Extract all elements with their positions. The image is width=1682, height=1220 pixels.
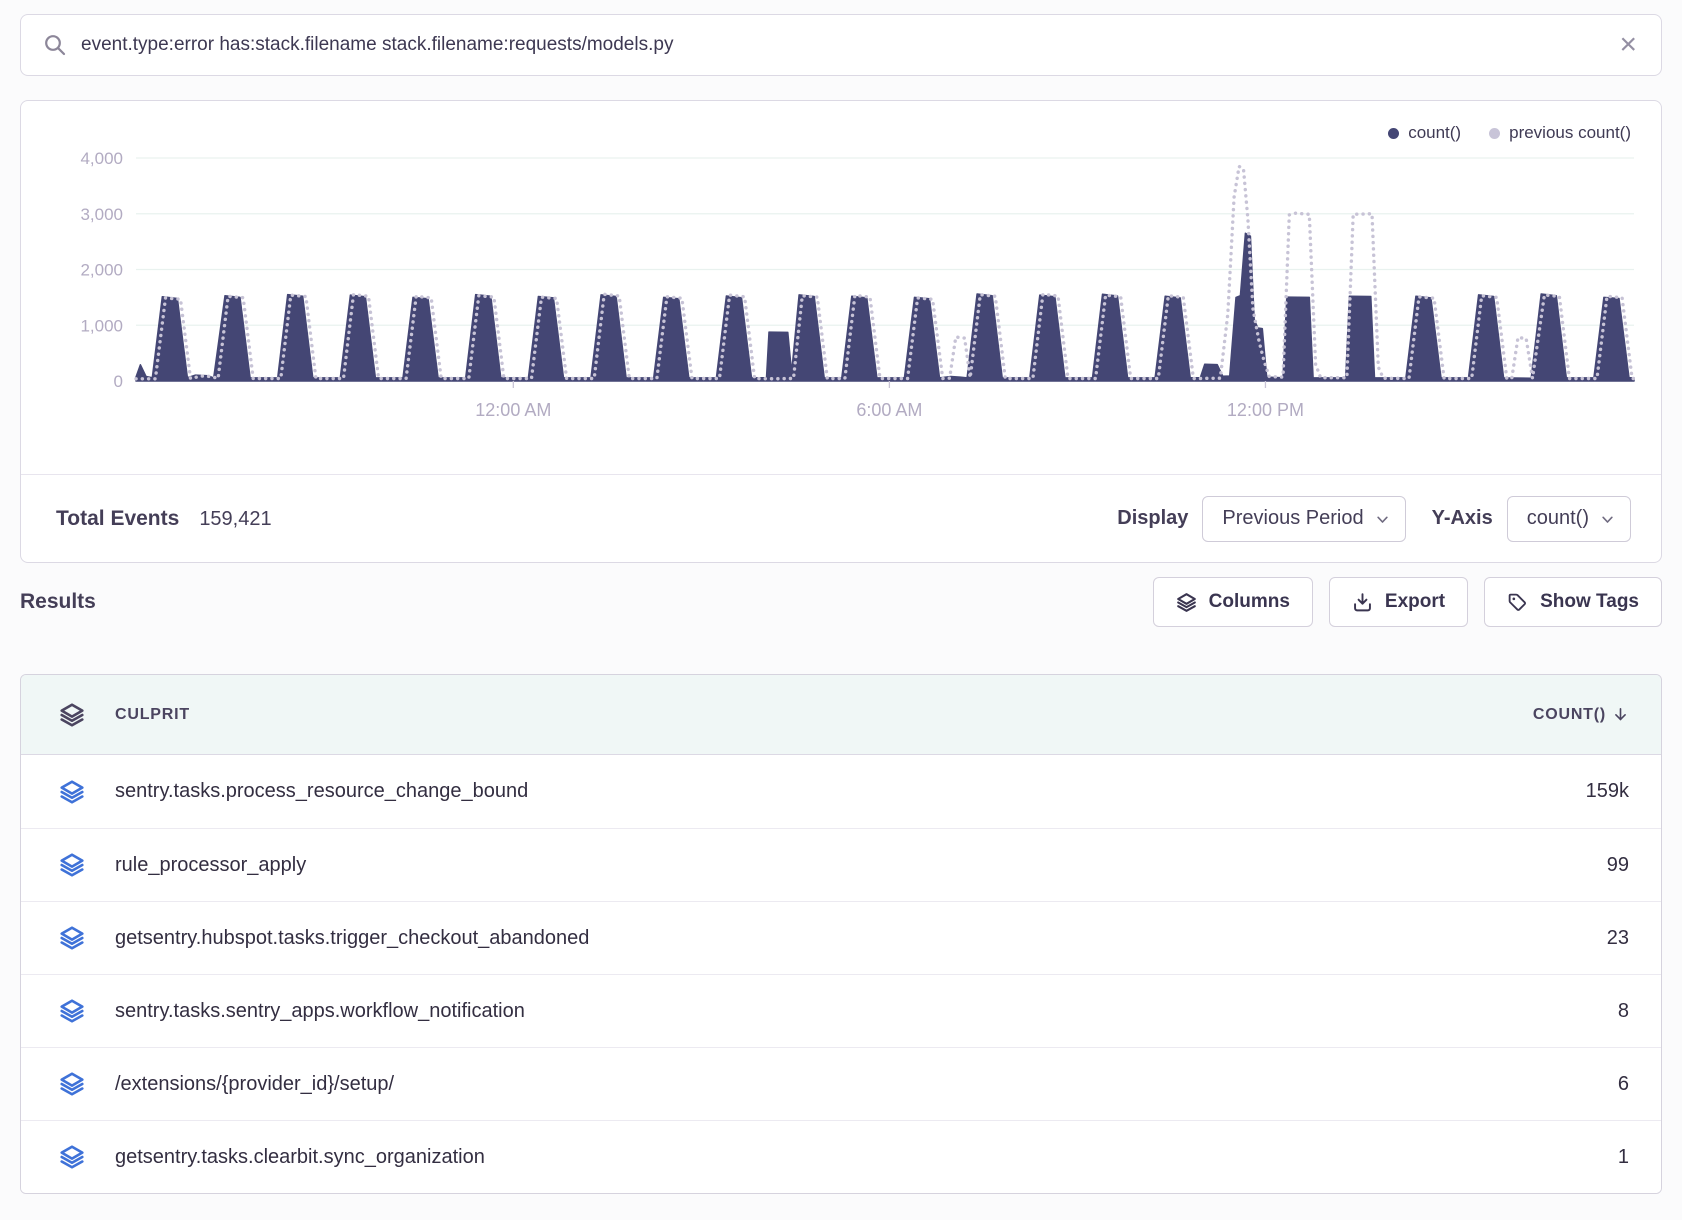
count-header-label: COUNT()	[1533, 706, 1606, 724]
table-row: /extensions/{provider_id}/setup/ 6	[21, 1047, 1661, 1120]
culprit-cell: /extensions/{provider_id}/setup/	[115, 1073, 394, 1096]
chevron-down-icon	[1375, 512, 1390, 527]
search-input[interactable]: event.type:error has:stack.filename stac…	[81, 34, 1601, 56]
columns-button[interactable]: Columns	[1153, 577, 1313, 627]
svg-text:0: 0	[114, 372, 123, 391]
legend-dot-count	[1388, 128, 1399, 139]
total-events: Total Events 159,421	[56, 507, 272, 531]
svg-text:12:00 AM: 12:00 AM	[475, 400, 551, 420]
table-row: sentry.tasks.process_resource_change_bou…	[21, 755, 1661, 828]
count-cell: 6	[1618, 1073, 1629, 1096]
culprit-cell: sentry.tasks.process_resource_change_bou…	[115, 780, 528, 803]
legend-item-count[interactable]: count()	[1388, 123, 1461, 143]
chart-controls: Display Previous Period Y-Axis count()	[1117, 496, 1631, 542]
discover-page: event.type:error has:stack.filename stac…	[0, 0, 1682, 1194]
chevron-down-icon	[1600, 512, 1615, 527]
legend-dot-previous-count	[1489, 128, 1500, 139]
column-header-culprit[interactable]: CULPRIT	[115, 706, 190, 724]
table-row: getsentry.tasks.clearbit.sync_organizati…	[21, 1120, 1661, 1193]
svg-text:12:00 PM: 12:00 PM	[1227, 400, 1304, 420]
export-button[interactable]: Export	[1329, 577, 1468, 627]
events-area-chart: 0 1,000 2,000 3,000 4,000 12:00 AM 6:00 AM 12:0…	[21, 126, 1661, 426]
show-tags-button[interactable]: Show Tags	[1484, 577, 1662, 627]
count-cell: 99	[1607, 854, 1629, 877]
sort-desc-arrow-icon	[1612, 706, 1629, 723]
stack-drilldown-icon[interactable]	[59, 1071, 85, 1097]
stack-drilldown-icon[interactable]	[59, 925, 85, 951]
svg-text:1,000: 1,000	[80, 316, 123, 335]
legend-item-previous-count[interactable]: previous count()	[1489, 123, 1631, 143]
search-bar: event.type:error has:stack.filename stac…	[20, 14, 1662, 76]
tag-icon	[1507, 592, 1528, 613]
stack-drilldown-icon[interactable]	[59, 998, 85, 1024]
total-events-label: Total Events	[56, 507, 179, 531]
display-dropdown[interactable]: Previous Period	[1202, 496, 1405, 542]
y-axis-dropdown[interactable]: count()	[1507, 496, 1631, 542]
table-row: rule_processor_apply 99	[21, 828, 1661, 901]
svg-text:4,000: 4,000	[80, 149, 123, 168]
legend-label: count()	[1408, 123, 1461, 143]
results-actions: Columns Export Show Tags	[1153, 577, 1662, 627]
export-download-icon	[1352, 592, 1373, 613]
results-header-row: Results Columns Export Show Tags	[20, 577, 1662, 627]
count-cell: 8	[1618, 1000, 1629, 1023]
clear-search-icon[interactable]: ×	[1619, 30, 1637, 60]
stack-drilldown-icon[interactable]	[59, 779, 85, 805]
culprit-cell: getsentry.hubspot.tasks.trigger_checkout…	[115, 927, 589, 950]
svg-text:3,000: 3,000	[80, 205, 123, 224]
culprit-cell: sentry.tasks.sentry_apps.workflow_notifi…	[115, 1000, 525, 1023]
column-header-count[interactable]: COUNT()	[1533, 706, 1629, 724]
chart-legend: count() previous count()	[1388, 123, 1631, 143]
count-cell: 1	[1618, 1146, 1629, 1169]
search-icon	[43, 33, 67, 57]
svg-text:2,000: 2,000	[80, 261, 123, 280]
culprit-cell: getsentry.tasks.clearbit.sync_organizati…	[115, 1146, 485, 1169]
show-tags-button-label: Show Tags	[1540, 591, 1639, 613]
events-chart-card: count() previous count() 0 1,000 2,000 3,00…	[20, 100, 1662, 563]
legend-label: previous count()	[1509, 123, 1631, 143]
table-row: sentry.tasks.sentry_apps.workflow_notifi…	[21, 974, 1661, 1047]
columns-button-label: Columns	[1209, 591, 1290, 613]
stack-drilldown-icon[interactable]	[59, 852, 85, 878]
svg-text:6:00 AM: 6:00 AM	[856, 400, 922, 420]
display-dropdown-value: Previous Period	[1222, 507, 1363, 530]
total-events-value: 159,421	[199, 508, 271, 531]
display-label: Display	[1117, 507, 1188, 530]
count-cell: 23	[1607, 927, 1629, 950]
y-axis-dropdown-value: count()	[1527, 507, 1589, 530]
count-cell: 159k	[1586, 780, 1629, 803]
results-table: CULPRIT COUNT() sentry.tasks.process_res…	[20, 674, 1662, 1194]
y-axis-label: Y-Axis	[1432, 507, 1493, 530]
culprit-cell: rule_processor_apply	[115, 854, 306, 877]
results-table-header: CULPRIT COUNT()	[21, 675, 1661, 755]
chart-summary-row: Total Events 159,421 Display Previous Pe…	[21, 475, 1661, 562]
results-title: Results	[20, 590, 96, 614]
table-row: getsentry.hubspot.tasks.trigger_checkout…	[21, 901, 1661, 974]
stack-icon	[59, 702, 85, 728]
columns-stack-icon	[1176, 592, 1197, 613]
stack-drilldown-icon[interactable]	[59, 1144, 85, 1170]
export-button-label: Export	[1385, 591, 1445, 613]
